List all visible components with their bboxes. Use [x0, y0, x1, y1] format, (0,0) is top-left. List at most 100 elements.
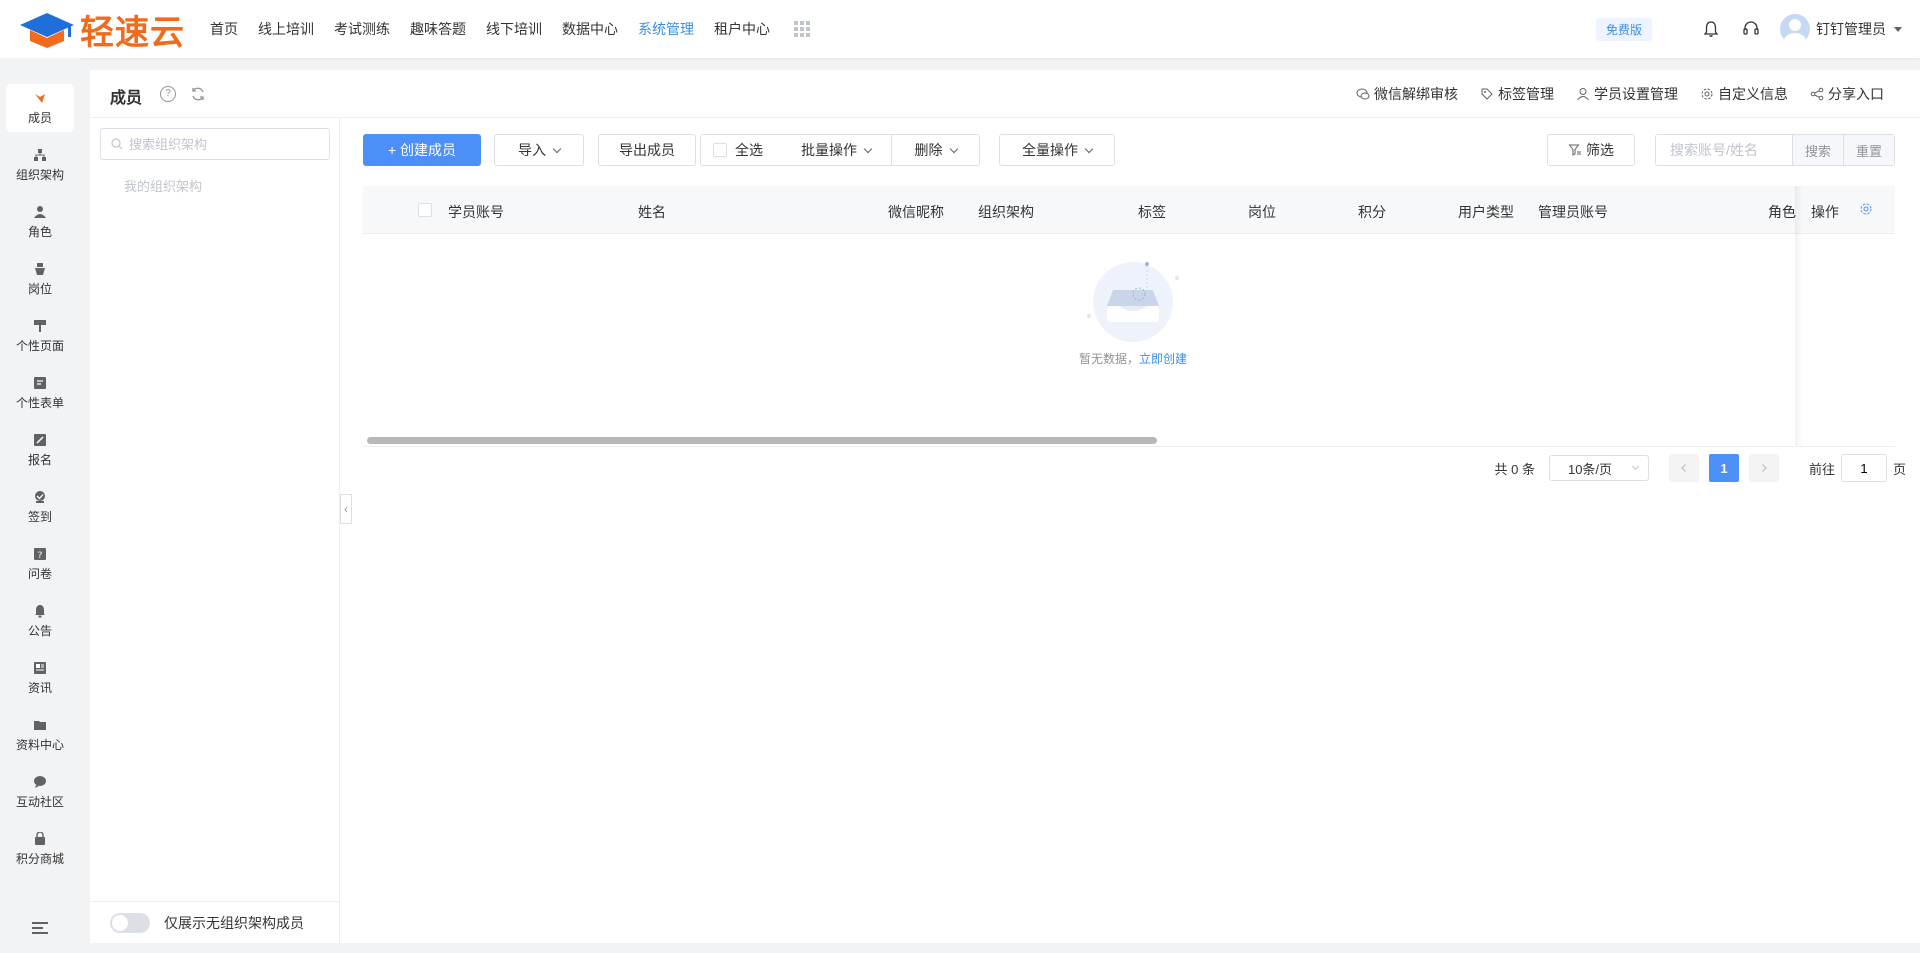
sidebar-item-custom-form[interactable]: 个性表单 [6, 369, 74, 417]
student-settings-link[interactable]: 学员设置管理 [1576, 84, 1678, 104]
link-label: 分享入口 [1828, 86, 1884, 102]
sidebar-item-community[interactable]: 互动社区 [6, 768, 74, 816]
page-jump-input[interactable] [1840, 454, 1887, 482]
page-size-select[interactable]: 10条/页 [1548, 455, 1649, 481]
filter-button[interactable]: 筛选 [1547, 134, 1635, 166]
sidebar-item-label: 积分商城 [15, 851, 64, 866]
column-header-account[interactable]: 学员账号 [448, 202, 504, 222]
custom-info-link[interactable]: 自定义信息 [1700, 84, 1788, 104]
column-header-role[interactable]: 角色 [1768, 202, 1796, 222]
column-header-wechat[interactable]: 微信昵称 [888, 202, 944, 222]
sidebar-item-member[interactable]: 成员 [6, 84, 74, 132]
tag-manage-link[interactable]: 标签管理 [1480, 84, 1554, 104]
sidebar-item-checkin[interactable]: 签到 [6, 483, 74, 531]
top-bar: 轻速云 首页 线上培训 考试测练 趣味答题 线下培训 数据中心 系统管理 租户中… [0, 0, 1920, 58]
select-all-checkbox[interactable]: 全选 [701, 135, 781, 165]
member-search-box: 搜索 重置 [1655, 134, 1895, 166]
column-header-org[interactable]: 组织架构 [978, 202, 1034, 222]
topnav-item-offline-training[interactable]: 线下培训 [486, 19, 542, 39]
sidebar-item-notice[interactable]: 公告 [6, 597, 74, 645]
topnav-item-tenant[interactable]: 租户中心 [714, 19, 770, 39]
sidebar-item-news[interactable]: 资讯 [6, 654, 74, 702]
no-org-members-toggle[interactable] [110, 912, 150, 933]
create-member-button[interactable]: + 创建成员 [363, 134, 481, 166]
total-count: 共 0 条 [1494, 461, 1535, 477]
share-entry-link[interactable]: 分享入口 [1810, 84, 1884, 104]
sidebar-item-resource[interactable]: 资料中心 [6, 711, 74, 759]
checkin-icon [33, 490, 47, 504]
toolbar: + 创建成员 导入 导出成员 全选 批量操作 删除 全量操作 筛选 搜索账号/姓… [340, 134, 1920, 166]
topnav-item-online-training[interactable]: 线上培训 [258, 19, 314, 39]
page-number-1[interactable]: 1 [1708, 454, 1739, 482]
topnav-item-exam[interactable]: 考试测练 [334, 19, 390, 39]
checkbox-box [713, 143, 727, 157]
logo-mark-icon [20, 13, 74, 48]
export-member-button[interactable]: 导出成员 [598, 134, 696, 166]
org-icon [33, 148, 47, 162]
table-header: 学员账号 姓名 微信昵称 组织架构 标签 岗位 积分 用户类型 管理员账号 角色… [363, 186, 1895, 234]
gear-icon [1701, 88, 1713, 100]
topnav-item-system[interactable]: 系统管理 [638, 19, 694, 39]
topnav-item-data-center[interactable]: 数据中心 [562, 19, 618, 39]
empty-message: 暂无数据，立即创建 [1063, 350, 1203, 367]
chat-icon [33, 775, 47, 789]
column-header-user-type[interactable]: 用户类型 [1458, 202, 1514, 222]
table-divider [363, 446, 1895, 447]
sidebar-item-label: 组织架构 [15, 167, 64, 182]
sidebar-item-label: 岗位 [27, 281, 52, 296]
horizontal-scrollbar[interactable] [367, 437, 1157, 444]
prev-page-button[interactable] [1668, 454, 1699, 482]
delete-dropdown[interactable]: 删除 [891, 135, 979, 165]
grid-icon[interactable] [794, 21, 810, 37]
brand-logo[interactable]: 轻速云 [18, 8, 185, 53]
sidebar-item-post[interactable]: 岗位 [6, 255, 74, 303]
member-search-input[interactable] [1656, 135, 1792, 165]
column-header-post[interactable]: 岗位 [1248, 202, 1276, 222]
fixed-column-shadow [1795, 186, 1803, 446]
bell-icon[interactable] [1700, 18, 1722, 40]
menu-collapse-icon[interactable] [32, 922, 48, 936]
refresh-icon[interactable] [190, 86, 206, 102]
wechat-unbind-review-link[interactable]: 微信解绑审核 [1356, 84, 1458, 104]
sidebar-item-label: 签到 [27, 509, 52, 524]
batch-ops-dropdown[interactable]: 批量操作 [781, 135, 891, 165]
empty-text: 暂无数据， [1078, 352, 1139, 366]
topnav-item-home[interactable]: 首页 [210, 19, 238, 39]
member-table: 学员账号 姓名 微信昵称 组织架构 标签 岗位 积分 用户类型 管理员账号 角色… [363, 186, 1895, 447]
org-search-input[interactable] [129, 136, 319, 152]
batch-label: 批量操作 [801, 142, 857, 158]
chevron-right-icon [1762, 464, 1767, 472]
help-icon[interactable]: ? [160, 86, 176, 102]
page-size-value: 10条/页 [1567, 461, 1613, 477]
column-settings-gear-icon[interactable] [1859, 202, 1873, 219]
topnav-item-quiz[interactable]: 趣味答题 [410, 19, 466, 39]
create-now-link[interactable]: 立即创建 [1139, 352, 1187, 366]
sidebar-item-role[interactable]: 角色 [6, 198, 74, 246]
sidebar-item-label: 个性页面 [15, 338, 64, 353]
sidebar-item-survey[interactable]: ? 问卷 [6, 540, 74, 588]
share-icon [1810, 87, 1824, 101]
reset-button[interactable]: 重置 [1843, 135, 1894, 165]
tag-icon [1481, 88, 1493, 100]
column-header-name[interactable]: 姓名 [638, 202, 666, 222]
search-icon [111, 138, 123, 150]
sidebar-item-custom-page[interactable]: 个性页面 [6, 312, 74, 360]
next-page-button[interactable] [1748, 454, 1779, 482]
chevron-down-icon[interactable] [1894, 26, 1902, 32]
sidebar-item-points-mall[interactable]: 积分商城 [6, 825, 74, 873]
column-header-points[interactable]: 积分 [1358, 202, 1386, 222]
page-jump: 前往 页 [1809, 454, 1906, 482]
avatar[interactable] [1780, 14, 1810, 44]
user-name[interactable]: 钉钉管理员 [1816, 19, 1886, 39]
column-header-admin-account[interactable]: 管理员账号 [1538, 202, 1608, 222]
sidebar-item-signup[interactable]: 报名 [6, 426, 74, 474]
button-label: 全量操作 [1022, 142, 1078, 158]
column-header-tag[interactable]: 标签 [1138, 202, 1166, 222]
import-button[interactable]: 导入 [494, 134, 584, 166]
page-title: 成员 [110, 90, 143, 107]
headset-icon[interactable] [1740, 18, 1762, 40]
search-button[interactable]: 搜索 [1792, 135, 1843, 165]
table-select-all-checkbox[interactable] [418, 203, 432, 217]
sidebar-item-org[interactable]: 组织架构 [6, 141, 74, 189]
all-ops-button[interactable]: 全量操作 [999, 134, 1115, 166]
